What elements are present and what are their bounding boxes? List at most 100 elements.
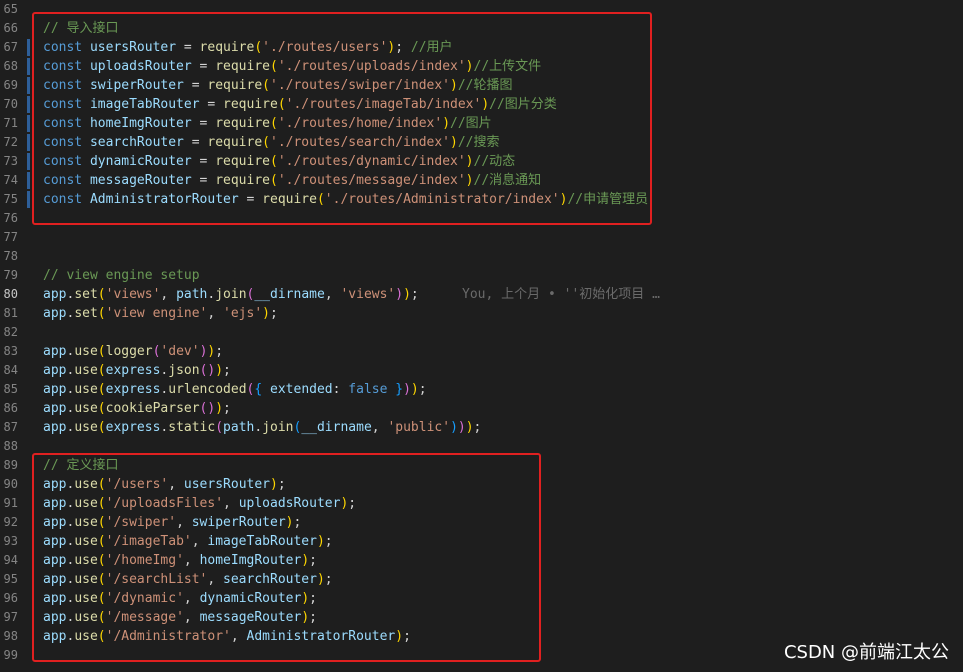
code-token: app: [43, 401, 67, 416]
line-number: 66: [3, 21, 18, 35]
line-number: 86: [3, 401, 18, 415]
code-token: use: [74, 344, 98, 359]
code-token: join: [262, 420, 294, 435]
line-number: 92: [3, 515, 18, 529]
code-token: ;: [215, 344, 224, 359]
code-token: // view engine setup: [43, 268, 200, 283]
line-number: 91: [3, 496, 18, 510]
modified-gutter-marker[interactable]: [27, 58, 30, 75]
code-token: (: [97, 401, 106, 416]
code-token: use: [74, 382, 98, 397]
code-text: app.use(cookieParser());: [43, 399, 231, 418]
code-token: (: [97, 363, 106, 378]
code-line[interactable]: 79 // view engine setup: [0, 266, 963, 285]
modified-gutter-marker[interactable]: [27, 153, 30, 170]
line-number: 99: [3, 648, 18, 662]
line-number: 79: [3, 268, 18, 282]
code-token: app: [43, 287, 67, 302]
code-token: ): [403, 382, 411, 397]
code-line[interactable]: 81 app.set('view engine', 'ejs');: [0, 304, 963, 323]
code-token: (: [97, 344, 106, 359]
line-number: 71: [3, 116, 18, 130]
code-token: ): [262, 306, 270, 321]
code-token: 'view engine': [105, 306, 208, 321]
code-token: app: [43, 344, 67, 359]
code-token: .: [254, 420, 263, 435]
code-token: 'views': [340, 287, 396, 302]
code-text: app.use(logger('dev'));: [43, 342, 223, 361]
line-number: 85: [3, 382, 18, 396]
code-token: ;: [418, 382, 427, 397]
code-line[interactable]: 87 app.use(express.static(path.join(__dir…: [0, 418, 963, 437]
code-token: static: [168, 420, 216, 435]
code-token: path: [223, 420, 255, 435]
code-token: (: [215, 420, 224, 435]
code-token: app: [43, 306, 67, 321]
modified-gutter-marker[interactable]: [27, 172, 30, 189]
code-line[interactable]: 84 app.use(express.json());: [0, 361, 963, 380]
code-token: __dirname: [254, 287, 325, 302]
line-number: 65: [3, 2, 18, 16]
code-token: ): [450, 420, 458, 435]
code-token: ;: [223, 401, 231, 416]
code-token: ): [215, 401, 224, 416]
code-token: app: [43, 363, 67, 378]
modified-gutter-marker[interactable]: [27, 134, 30, 151]
modified-gutter-marker[interactable]: [27, 115, 30, 132]
code-token: ): [403, 287, 411, 302]
code-token: set: [74, 306, 98, 321]
code-line[interactable]: 77: [0, 228, 963, 247]
code-token: set: [74, 287, 98, 302]
git-blame-annotation: You, 上个月 • ''初始化项目 …: [462, 287, 660, 302]
line-number: 73: [3, 154, 18, 168]
code-text: app.set('view engine', 'ejs');: [43, 304, 278, 323]
code-token: path: [176, 287, 208, 302]
code-token: ): [465, 420, 474, 435]
code-token: cookieParser: [105, 401, 200, 416]
code-line[interactable]: 86 app.use(cookieParser());: [0, 399, 963, 418]
code-token: extended: [270, 382, 333, 397]
line-number: 70: [3, 97, 18, 111]
line-number: 80: [3, 287, 18, 301]
code-token: __dirname: [301, 420, 372, 435]
code-token: ;: [270, 306, 278, 321]
modified-gutter-marker[interactable]: [27, 77, 30, 94]
code-token: app: [43, 382, 67, 397]
code-line[interactable]: 78: [0, 247, 963, 266]
code-token: ,: [371, 420, 388, 435]
code-token: false: [348, 382, 388, 397]
line-number: 76: [3, 211, 18, 225]
code-text: app.use(express.static(path.join(__dirna…: [43, 418, 481, 437]
code-token: ;: [223, 363, 231, 378]
line-number: 68: [3, 59, 18, 73]
code-token: ): [215, 363, 224, 378]
code-token: use: [74, 401, 98, 416]
modified-gutter-marker[interactable]: [27, 96, 30, 113]
code-token: 'public': [387, 420, 451, 435]
modified-gutter-marker[interactable]: [27, 191, 30, 208]
code-token: (: [97, 420, 106, 435]
code-token: 'ejs': [223, 306, 263, 321]
code-token: :: [332, 382, 349, 397]
code-token: ): [457, 420, 466, 435]
code-token: ;: [410, 287, 419, 302]
code-line[interactable]: 80 app.set('views', path.join(__dirname, …: [0, 285, 963, 304]
modified-gutter-marker[interactable]: [27, 39, 30, 56]
code-token: {: [254, 382, 263, 397]
code-token: (): [199, 401, 216, 416]
code-token: ,: [207, 306, 224, 321]
code-token: }: [395, 382, 404, 397]
code-token: use: [74, 363, 98, 378]
line-number: 82: [3, 325, 18, 339]
code-token: ): [395, 287, 404, 302]
code-line[interactable]: 83 app.use(logger('dev'));: [0, 342, 963, 361]
line-number: 95: [3, 572, 18, 586]
line-number: 78: [3, 249, 18, 263]
line-number: 90: [3, 477, 18, 491]
code-line[interactable]: 85 app.use(express.urlencoded({ extended:…: [0, 380, 963, 399]
line-number: 74: [3, 173, 18, 187]
code-token: express: [105, 420, 161, 435]
code-token: (): [199, 363, 216, 378]
code-line[interactable]: 82: [0, 323, 963, 342]
code-token: logger: [105, 344, 153, 359]
